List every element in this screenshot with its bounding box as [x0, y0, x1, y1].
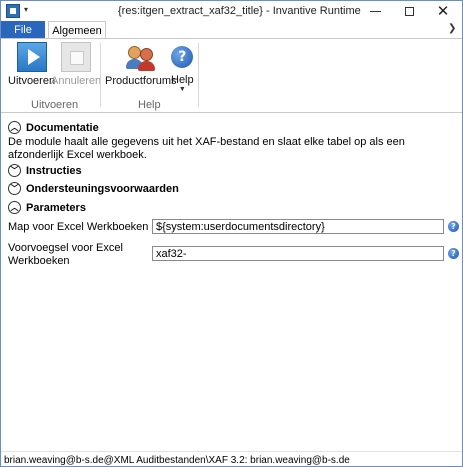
ribbon-collapse-chevron-icon[interactable]: ❯ — [448, 23, 456, 34]
voorvoegsel-excel-werkboeken-input[interactable] — [152, 246, 444, 261]
help-button[interactable]: ? Help ▼ — [171, 42, 194, 93]
help-icon: ? — [171, 46, 194, 68]
tab-algemeen[interactable]: Algemeen — [48, 21, 106, 39]
group-label-help: Help — [138, 99, 161, 111]
minimize-button[interactable] — [361, 1, 389, 21]
app-icon[interactable] — [6, 4, 20, 18]
quick-access-dropdown-icon[interactable]: ▾ — [24, 5, 28, 14]
maximize-button[interactable] — [395, 1, 423, 21]
chevron-up-icon: ︿ — [8, 201, 21, 214]
group-label-uitvoeren: Uitvoeren — [31, 99, 79, 111]
status-text: brian.weaving@b-s.de@XML Auditbestanden\… — [4, 455, 350, 466]
close-button[interactable]: ✕ — [429, 1, 457, 21]
stop-icon — [61, 42, 92, 72]
chevron-down-icon: ﹀ — [8, 164, 21, 177]
window-title: {res:itgen_extract_xaf32_title} - Invant… — [118, 5, 361, 17]
section-title: Ondersteuningsvoorwaarden — [26, 182, 179, 195]
section-instructies-header[interactable]: ﹀ Instructies — [8, 164, 82, 177]
help-label: Help — [171, 74, 194, 86]
annuleren-label: Annuleren — [51, 75, 102, 87]
chevron-down-icon: ﹀ — [8, 182, 21, 195]
help-icon[interactable]: ? — [448, 248, 459, 259]
section-documentatie-header[interactable]: ︿ Documentatie — [8, 121, 99, 134]
uitvoeren-button[interactable]: Uitvoeren — [8, 42, 55, 87]
status-bar: brian.weaving@b-s.de@XML Auditbestanden\… — [1, 451, 462, 466]
section-title: Documentatie — [26, 121, 99, 134]
map-excel-werkboeken-input[interactable] — [152, 219, 444, 234]
close-icon: ✕ — [436, 3, 450, 20]
main-content: ︿ Documentatie De module haalt alle gege… — [1, 114, 462, 451]
users-icon — [125, 42, 157, 72]
annuleren-button[interactable]: Annuleren — [51, 42, 101, 87]
productforums-button[interactable]: Productforums — [105, 42, 177, 87]
chevron-up-icon: ︿ — [8, 121, 21, 134]
ribbon-separator — [198, 43, 199, 107]
title-bar: ▾ {res:itgen_extract_xaf32_title} - Inva… — [1, 1, 462, 21]
section-title: Parameters — [26, 201, 86, 214]
help-dropdown-icon: ▼ — [178, 86, 186, 93]
section-title: Instructies — [26, 164, 82, 177]
param-label-map: Map voor Excel Werkboeken — [8, 221, 149, 233]
ribbon-tab-row: File Algemeen ❯ — [1, 21, 462, 39]
maximize-icon — [404, 6, 414, 16]
productforums-label: Productforums — [105, 75, 177, 87]
play-icon — [16, 42, 47, 72]
tab-file[interactable]: File — [1, 21, 45, 39]
ribbon: Uitvoeren Annuleren Uitvoeren Productfor… — [1, 38, 462, 113]
section-ondersteuningsvoorwaarden-header[interactable]: ﹀ Ondersteuningsvoorwaarden — [8, 182, 179, 195]
minimize-icon — [369, 10, 381, 12]
documentatie-text: De module haalt alle gegevens uit het XA… — [8, 136, 405, 161]
param-label-voorvoegsel: Voorvoegsel voor Excel Werkboeken — [8, 242, 123, 267]
ribbon-separator — [100, 43, 101, 107]
help-icon[interactable]: ? — [448, 221, 459, 232]
section-parameters-header[interactable]: ︿ Parameters — [8, 201, 86, 214]
application-window: ▾ {res:itgen_extract_xaf32_title} - Inva… — [0, 0, 463, 467]
uitvoeren-label: Uitvoeren — [8, 75, 56, 87]
